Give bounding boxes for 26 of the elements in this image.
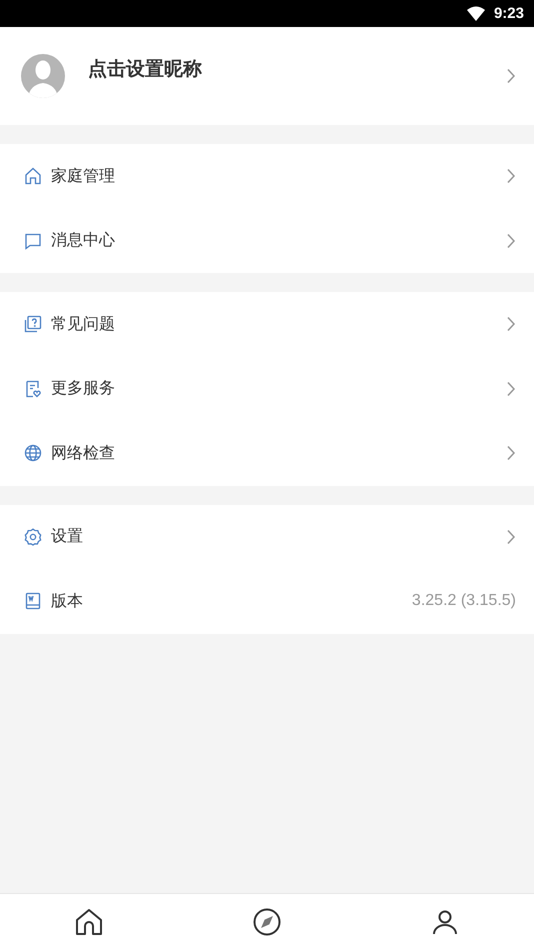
nickname-text: 点击设置昵称: [88, 57, 203, 82]
chevron-icon: [506, 68, 516, 84]
status-time: 9:23: [494, 5, 524, 22]
chevron-icon: [506, 316, 516, 332]
menu-item[interactable]: 消息中心: [0, 208, 534, 273]
home-icon: [23, 166, 43, 186]
globe-icon: [23, 443, 43, 464]
help-icon: [23, 314, 43, 334]
chevron-icon: [506, 528, 516, 545]
menu-item[interactable]: 设置: [0, 504, 534, 569]
chevron-icon: [506, 380, 516, 397]
menu-item[interactable]: 家庭管理: [0, 144, 534, 208]
profile-row[interactable]: 点击设置昵称: [0, 27, 534, 125]
menu-item[interactable]: 版本 3.25.2 (3.15.5): [0, 569, 534, 634]
menu-item[interactable]: 网络检查: [0, 421, 534, 486]
chevron-icon: [506, 445, 516, 462]
menu-item[interactable]: 更多服务: [0, 356, 534, 421]
chevron-icon: [506, 232, 516, 249]
menu-item[interactable]: 常见问题: [0, 292, 534, 356]
compass-icon[interactable]: [252, 906, 282, 936]
wifi-icon: [466, 6, 486, 22]
settings-icon: [23, 526, 43, 547]
version-text: 3.25.2 (3.15.5): [412, 592, 516, 610]
book-icon: [23, 591, 43, 612]
chevron-icon: [506, 168, 516, 184]
home-icon[interactable]: [74, 906, 104, 936]
